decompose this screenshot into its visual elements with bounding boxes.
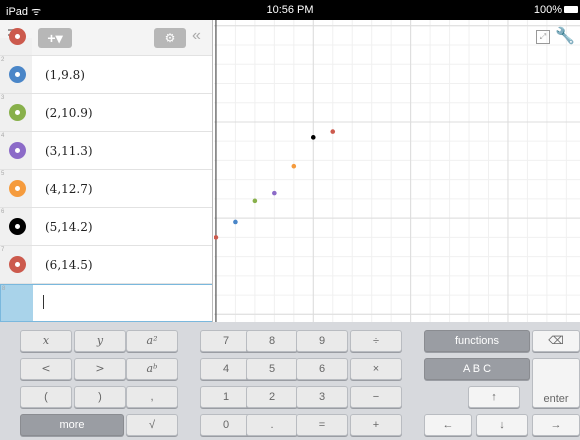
clock: 10:56 PM [266, 4, 314, 16]
row-number: 2 [1, 57, 5, 63]
data-point [272, 190, 277, 196]
key-→[interactable]: → [532, 414, 580, 436]
row-number: 3 [1, 95, 5, 101]
battery-percent: 100% [533, 4, 562, 16]
expression-list[interactable]: +▾ ⚙ « 2 (1,9.8) 3 (2,10.9) 4 (3,11.3) 5 (4,12.… [0, 20, 213, 322]
row-number: 8 [2, 286, 6, 292]
key-×[interactable]: × [350, 358, 402, 380]
expression-text[interactable]: (6,14.5) [45, 258, 93, 272]
key-=[interactable]: = [296, 414, 348, 436]
expression-text[interactable]: (1,9.8) [45, 68, 85, 82]
key-5[interactable]: 5 [246, 358, 298, 380]
key-([interactable]: ( [20, 386, 72, 408]
key-x[interactable]: x [20, 330, 72, 352]
key-6[interactable]: 6 [296, 358, 348, 380]
color-dot-icon[interactable] [9, 256, 26, 273]
list-item[interactable] [0, 28, 212, 56]
key-√[interactable]: √ [126, 414, 178, 436]
list-item[interactable]: 4 (3,11.3) [0, 132, 212, 170]
zoom-fit-icon[interactable]: ⤢ [536, 30, 550, 44]
wrench-icon[interactable]: 🔧 [555, 26, 575, 46]
color-dot-icon[interactable] [9, 180, 26, 197]
expression-text[interactable]: (4,12.7) [45, 182, 93, 196]
key-a-b-c[interactable]: A B C [424, 358, 530, 380]
expression-text[interactable]: (3,11.3) [45, 144, 93, 158]
key-−[interactable]: − [350, 386, 402, 408]
expression-text[interactable]: (5,14.2) [45, 220, 93, 234]
row-number: 6 [1, 209, 5, 215]
key-aᵇ[interactable]: aᵇ [126, 358, 178, 380]
key-.[interactable]: . [246, 414, 298, 436]
key-1[interactable]: 1 [200, 386, 252, 408]
text-caret [43, 295, 44, 309]
key-<[interactable]: < [20, 358, 72, 380]
key-more[interactable]: more [20, 414, 124, 436]
list-item[interactable]: 5 (4,12.7) [0, 170, 212, 208]
key-9[interactable]: 9 [296, 330, 348, 352]
row-number: 4 [1, 133, 5, 139]
key-y[interactable]: y [74, 330, 126, 352]
data-point [330, 129, 336, 134]
battery-icon [564, 6, 578, 13]
list-item[interactable]: 7 (6,14.5) [0, 246, 212, 284]
data-point [252, 198, 258, 204]
color-dot-icon[interactable] [9, 66, 26, 83]
graph-svg[interactable]: 2015105 [214, 20, 580, 322]
key-⌫[interactable]: ⌫ [532, 330, 580, 352]
key-)[interactable]: ) [74, 386, 126, 408]
key-a²[interactable]: a² [126, 330, 178, 352]
key-enter[interactable]: enter [532, 358, 580, 408]
key-3[interactable]: 3 [296, 386, 348, 408]
key->[interactable]: > [74, 358, 126, 380]
list-item[interactable]: 2 (1,9.8) [0, 56, 212, 94]
key-+[interactable]: + [350, 414, 402, 436]
list-item[interactable]: 3 (2,10.9) [0, 94, 212, 132]
math-keyboard: x y a² 7 8 9 ÷ functions ⌫ < > aᵇ 4 5 6 × A B C (), 1 2 3− ↑ e… [0, 322, 580, 440]
key-,[interactable]: , [126, 386, 178, 408]
data-point [310, 135, 316, 140]
expression-text[interactable]: (2,10.9) [45, 106, 93, 120]
key-÷[interactable]: ÷ [350, 330, 402, 352]
key-functions[interactable]: functions [424, 330, 530, 352]
row-number: 7 [1, 247, 5, 253]
color-dot-icon[interactable] [9, 142, 26, 159]
list-item[interactable]: 6 (5,14.2) [0, 208, 212, 246]
color-dot-icon[interactable] [9, 218, 26, 235]
key-↑[interactable]: ↑ [468, 386, 520, 408]
status-bar: iPad ᯤ 10:56 PM 100% [0, 0, 580, 20]
color-dot-icon[interactable] [9, 28, 26, 45]
list-item[interactable]: 8 [0, 284, 212, 322]
color-dot-icon[interactable] [9, 104, 26, 121]
key-0[interactable]: 0 [200, 414, 252, 436]
key-←[interactable]: ← [424, 414, 472, 436]
key-↓[interactable]: ↓ [476, 414, 528, 436]
key-8[interactable]: 8 [246, 330, 298, 352]
key-4[interactable]: 4 [200, 358, 252, 380]
data-point [233, 219, 238, 225]
graph-canvas[interactable]: 2015105 ⤢ 🔧 [214, 20, 580, 322]
data-point [214, 235, 219, 240]
key-2[interactable]: 2 [246, 386, 298, 408]
key-7[interactable]: 7 [200, 330, 252, 352]
row-number: 5 [1, 171, 5, 177]
data-point [291, 163, 297, 169]
